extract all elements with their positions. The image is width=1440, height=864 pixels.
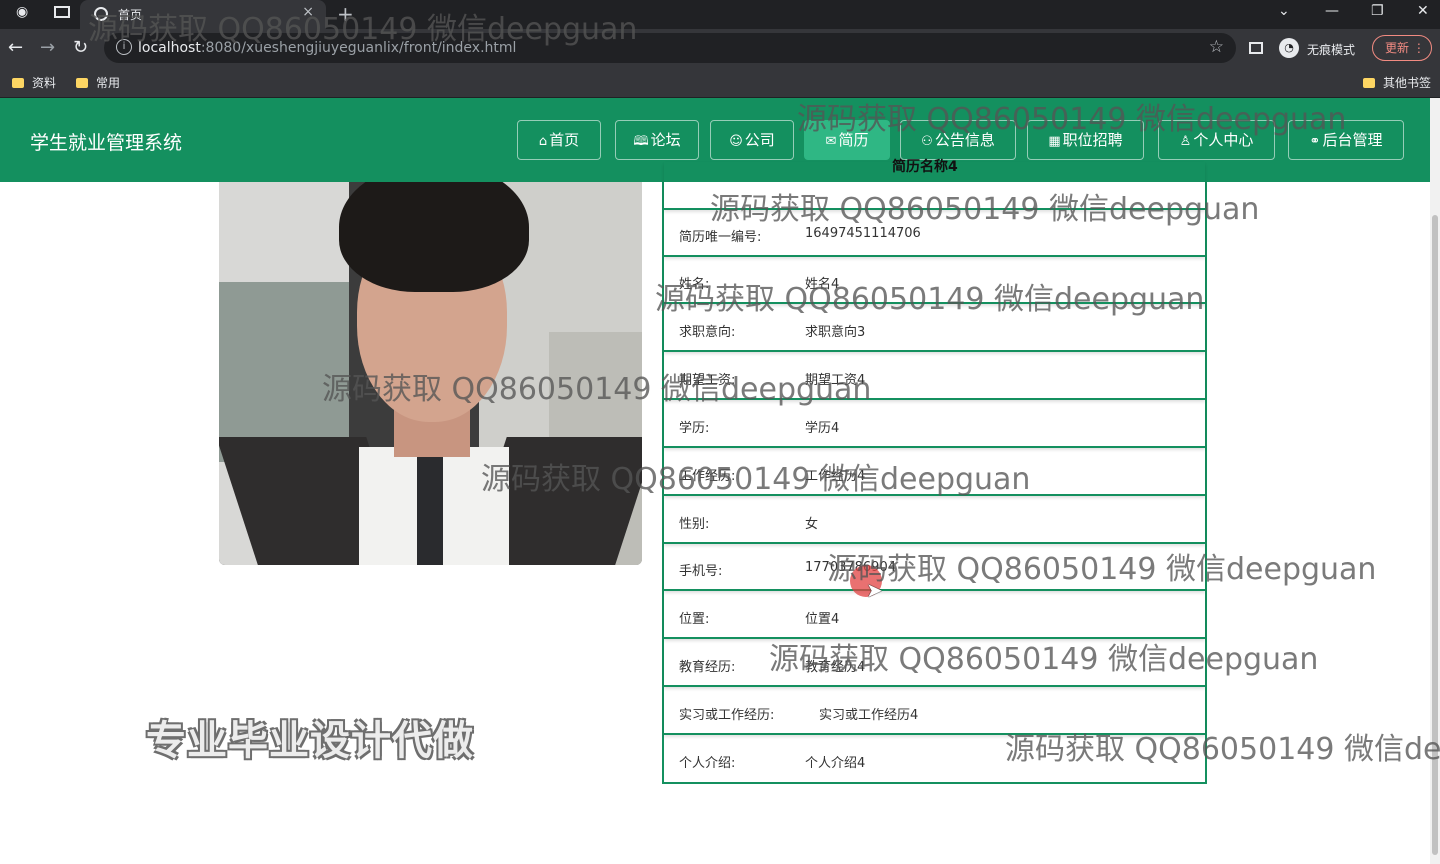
incognito-icon: ◔ [1279,38,1299,58]
row-value: 17703786904 [805,560,896,575]
minimize-icon[interactable]: — [1325,3,1339,19]
resume-detail-table: 简历名称4 简历唯一编号: 16497451114706 姓名: 姓名4 求职意向:… [662,159,1207,784]
row-value: 女 [805,517,819,532]
resume-row: 手机号: 17703786904 [664,544,1205,591]
bookmark-star-icon[interactable]: ☆ [1209,37,1224,57]
row-value: 期望工资4 [805,373,866,388]
book-icon: 🕮 [633,134,649,149]
bookmark-folder-changyong[interactable]: 常用 [76,74,120,91]
row-value: 实习或工作经历4 [819,708,919,723]
resume-row: 简历唯一编号: 16497451114706 [664,210,1205,257]
tab-list-chevron-icon[interactable]: ⌄ [1278,3,1290,19]
row-label: 期望工资: [679,373,736,388]
watermark-clip: 源码获取 QQ86050149 微信deepguan [1005,724,1440,764]
url-text[interactable]: localhost:8080/xueshengjiuyeguanlix/fron… [138,40,516,56]
row-value: 教育经历4 [805,660,866,675]
watermark-text: 源码获取 QQ86050149 微信deepguan [1005,732,1440,764]
new-tab-button[interactable]: + [337,2,354,26]
bookmarks-bar: 资料 常用 其他书签 [0,67,1440,98]
forward-icon[interactable]: → [40,37,55,58]
row-value: 求职意向3 [805,325,866,340]
other-bookmarks[interactable]: 其他书签 [1363,74,1431,91]
resume-row: 期望工资: 期望工资4 [664,353,1205,400]
site-title: 学生就业管理系统 [30,132,183,154]
folder-icon [12,78,24,88]
page-favicon-icon [94,7,108,21]
row-label: 手机号: [679,564,723,579]
row-label: 姓名: [679,277,710,292]
row-label: 教育经历: [679,660,736,675]
browser-toolbar: ← → ↻ i localhost:8080/xueshengjiuyeguan… [0,29,1440,67]
nav-forum[interactable]: 🕮 论坛 [615,120,699,160]
row-value: 学历4 [805,421,840,436]
reload-icon[interactable]: ↻ [73,37,88,58]
resume-title: 简历名称4 [892,159,958,175]
nav-admin[interactable]: ⚭ 后台管理 [1288,120,1404,160]
browser-menu-icon[interactable]: ◉ [16,4,28,20]
row-label: 实习或工作经历: [679,708,775,723]
row-label: 位置: [679,612,710,627]
address-bar[interactable]: i localhost:8080/xueshengjiuyeguanlix/fr… [104,33,1236,63]
folder-icon [76,78,88,88]
restore-icon[interactable]: ❐ [1371,3,1384,19]
resume-row: 工作经历: 工作经历4 [664,449,1205,496]
resume-photo [219,182,642,565]
nav-home[interactable]: ⌂ 首页 [517,120,601,160]
row-value: 位置4 [805,612,840,627]
row-label: 个人介绍: [679,756,736,771]
update-button[interactable]: 更新 ⋮ [1372,35,1432,61]
resume-row: 教育经历: 教育经历4 [664,640,1205,687]
close-window-icon[interactable]: ✕ [1417,3,1429,19]
site-info-icon[interactable]: i [116,39,132,55]
resume-row: 求职意向: 求职意向3 [664,305,1205,352]
resume-row: 性别: 女 [664,497,1205,544]
tab-home[interactable]: 首页 × [80,0,326,29]
row-value: 姓名4 [805,277,840,292]
link-icon: ⚭ [1309,134,1321,149]
row-label: 简历唯一编号: [679,230,762,245]
nav-notices[interactable]: ⚇ 公告信息 [900,120,1016,160]
side-panel-icon[interactable] [1249,42,1263,54]
smile-icon: ☺ [729,134,743,149]
row-label: 工作经历: [679,469,736,484]
home-icon: ⌂ [538,134,548,149]
nav-personal-center[interactable]: ♙ 个人中心 [1158,120,1275,160]
nav-resume[interactable]: ✉ 简历 [804,120,890,160]
row-label: 学历: [679,421,710,436]
row-label: 性别: [679,517,710,532]
nav-jobs[interactable]: ▦ 职位招聘 [1027,120,1144,160]
promo-overlay-text: 专业毕业设计代做 [146,718,474,764]
resume-row: 学历: 学历4 [664,401,1205,448]
tab-close-icon[interactable]: × [302,4,314,20]
resume-row: 姓名: 姓名4 [664,257,1205,304]
grid-icon: ▦ [1048,134,1061,149]
browser-tab-bar: ◉ 首页 × + ⌄ — ❐ ✕ [0,0,1440,29]
folder-icon [1363,78,1375,88]
notice-icon: ⚇ [921,134,933,149]
resume-row: 位置: 位置4 [664,592,1205,639]
back-icon[interactable]: ← [8,37,23,58]
nav-company[interactable]: ☺ 公司 [710,120,794,160]
row-value: 工作经历4 [805,469,866,484]
bookmark-folder-ziliao[interactable]: 资料 [12,74,56,91]
row-value: 16497451114706 [805,226,921,241]
tab-title: 首页 [118,8,143,22]
incognito-label: 无痕模式 [1307,43,1356,57]
row-label: 求职意向: [679,325,736,340]
mail-icon: ✉ [825,134,837,149]
row-value: 个人介绍4 [805,756,866,771]
resume-title-row: 简历名称4 [664,159,1205,210]
user-icon: ♙ [1179,134,1192,149]
mouse-pointer-icon: ➤ [866,578,883,602]
tab-search-icon[interactable] [54,6,70,18]
